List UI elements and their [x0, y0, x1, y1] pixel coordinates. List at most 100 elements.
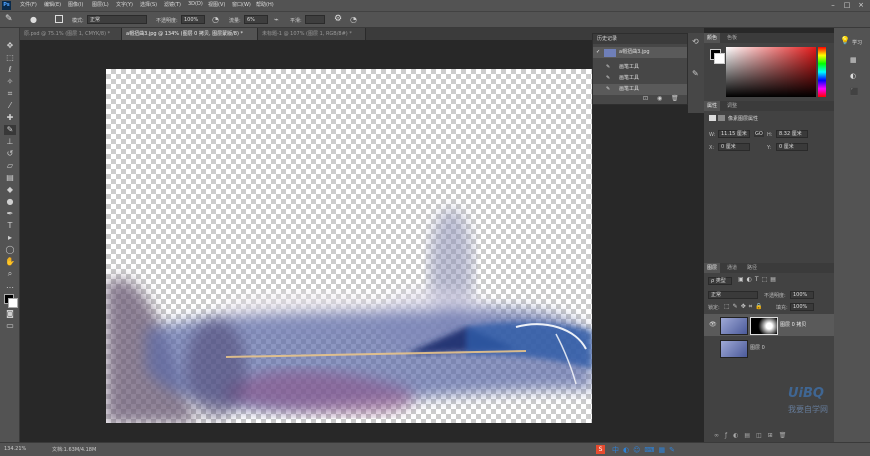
- mask-icon[interactable]: [718, 115, 725, 121]
- gear-icon[interactable]: ⚙: [334, 14, 342, 24]
- menu-type[interactable]: 文字(Y): [116, 1, 133, 8]
- width-field[interactable]: 11.15 厘米: [718, 130, 750, 138]
- lightbulb-icon[interactable]: 💡: [840, 36, 850, 45]
- zoom-tool-icon[interactable]: ⌕: [4, 269, 16, 279]
- pressure-size-icon[interactable]: ◔: [350, 15, 357, 24]
- marquee-tool-icon[interactable]: ⬚: [4, 53, 16, 63]
- w-label: W:: [709, 132, 716, 138]
- lock-icons[interactable]: ⬚✎✥⌗🔒: [724, 303, 766, 311]
- background-color-chip[interactable]: [714, 53, 725, 64]
- layer-filter-icons[interactable]: ▣◐T⬚▤: [738, 276, 779, 283]
- brush-tool-icon[interactable]: ✎: [5, 14, 13, 24]
- type-tool-icon[interactable]: T: [4, 221, 16, 231]
- tab-layers[interactable]: 图层: [704, 263, 721, 273]
- quick-select-tool-icon[interactable]: ✧: [4, 77, 16, 87]
- new-document-from-state-icon[interactable]: ⊡: [643, 95, 648, 102]
- libraries-icon[interactable]: ▦: [850, 56, 857, 64]
- brush-settings-icon[interactable]: ✎: [692, 69, 699, 78]
- mode-select[interactable]: 正常: [87, 15, 147, 24]
- lasso-tool-icon[interactable]: ℓ: [4, 65, 16, 75]
- styles-icon[interactable]: ⬛: [850, 88, 859, 96]
- tab-channels[interactable]: 通道: [724, 263, 740, 273]
- quick-mask-icon[interactable]: ◙: [4, 309, 16, 319]
- menu-image[interactable]: 图像(I): [68, 1, 83, 8]
- adjustments-icon[interactable]: ◐: [850, 72, 856, 80]
- history-item[interactable]: ✎ 画笔工具: [593, 73, 687, 84]
- menu-file[interactable]: 文件(F): [20, 1, 37, 8]
- move-tool-icon[interactable]: ✥: [4, 41, 16, 51]
- layer-row-selected[interactable]: 👁 图层 0 拷贝: [704, 314, 834, 336]
- dodge-tool-icon[interactable]: ●: [4, 197, 16, 207]
- pen-tool-icon[interactable]: ✒: [4, 209, 16, 219]
- pressure-opacity-icon[interactable]: ◔: [212, 15, 219, 24]
- learn-label[interactable]: 学习: [852, 39, 862, 46]
- tab-document-2[interactable]: a帽扭曲3.jpg @ 134% (图层 0 拷贝, 图层蒙版/8) *: [122, 28, 258, 40]
- document-canvas[interactable]: [106, 69, 592, 423]
- history-brush-tool-icon[interactable]: ↺: [4, 149, 16, 159]
- camera-icon[interactable]: ◉: [657, 95, 662, 102]
- shape-tool-icon[interactable]: ◯: [4, 245, 16, 255]
- layer-bottom-icons[interactable]: ∞ƒ◐▤◫⊞🗑: [714, 432, 792, 439]
- close-icon[interactable]: ×: [854, 0, 868, 11]
- tab-color[interactable]: 颜色: [704, 33, 721, 43]
- tab-document-3[interactable]: 未标题-1 @ 107% (图层 1, RGB/8#) *: [258, 28, 366, 40]
- more-tools-icon[interactable]: …: [4, 281, 16, 291]
- tab-properties[interactable]: 属性: [704, 101, 721, 111]
- path-select-tool-icon[interactable]: ▸: [4, 233, 16, 243]
- screen-mode-icon[interactable]: ▭: [4, 321, 16, 331]
- layer-mask-thumbnail[interactable]: [750, 317, 778, 335]
- history-item-current[interactable]: ✎ 画笔工具: [593, 84, 687, 95]
- eyedropper-tool-icon[interactable]: ⁄: [4, 101, 16, 111]
- blend-mode-select[interactable]: 正常: [708, 291, 758, 299]
- menu-filter[interactable]: 滤镜(T): [164, 1, 181, 8]
- eye-icon[interactable]: 👁: [709, 321, 717, 328]
- brush-preset-icon[interactable]: ●: [30, 15, 37, 24]
- height-field[interactable]: 8.32 厘米: [776, 130, 808, 138]
- history-snapshot[interactable]: ✓ a帽扭曲3.jpg: [593, 47, 687, 58]
- ime-toolbar-icons[interactable]: 中◐☺⌨▦✎: [612, 445, 679, 455]
- layer-opacity-input[interactable]: 100%: [790, 291, 814, 299]
- tab-paths[interactable]: 路径: [744, 263, 760, 273]
- trash-icon[interactable]: 🗑: [671, 95, 679, 102]
- fill-input[interactable]: 100%: [790, 303, 814, 311]
- layer-row[interactable]: 图层 0: [704, 337, 834, 359]
- tab-adjustments[interactable]: 调整: [724, 101, 740, 111]
- layer-filter-select[interactable]: ρ 类型: [708, 277, 732, 285]
- tab-swatches[interactable]: 色板: [724, 33, 740, 43]
- menu-select[interactable]: 选择(S): [140, 1, 157, 8]
- brush-panel-icon[interactable]: [55, 15, 63, 23]
- menu-edit[interactable]: 编辑(E): [44, 1, 61, 8]
- blur-tool-icon[interactable]: ◆: [4, 185, 16, 195]
- layer-thumbnail: [720, 340, 748, 358]
- opacity-input[interactable]: 100%: [181, 15, 205, 24]
- menu-help[interactable]: 帮助(H): [256, 1, 274, 8]
- healing-tool-icon[interactable]: ✚: [4, 113, 16, 123]
- color-field[interactable]: [726, 47, 816, 97]
- menu-layer[interactable]: 图层(L): [92, 1, 109, 8]
- smoothing-input[interactable]: [305, 15, 325, 24]
- background-color-swatch[interactable]: [8, 298, 18, 308]
- tab-document-1[interactable]: 原.psd @ 75.1% (图层 1, CMYK/8) *: [20, 28, 122, 40]
- crop-tool-icon[interactable]: ⌗: [4, 89, 16, 99]
- y-field[interactable]: 0 厘米: [776, 143, 808, 151]
- eraser-tool-icon[interactable]: ▱: [4, 161, 16, 171]
- flow-input[interactable]: 6%: [244, 15, 268, 24]
- document-size[interactable]: 文档:1.63M/4.18M: [52, 446, 96, 453]
- brush-tool-icon[interactable]: ✎: [4, 125, 16, 135]
- airbrush-icon[interactable]: ⌁: [274, 15, 279, 24]
- x-field[interactable]: 0 厘米: [718, 143, 750, 151]
- maximize-icon[interactable]: □: [840, 0, 854, 11]
- menu-3d[interactable]: 3D(D): [188, 1, 203, 7]
- link-dimensions-icon[interactable]: GO: [754, 131, 764, 137]
- zoom-level[interactable]: 134.21%: [4, 446, 26, 452]
- menu-view[interactable]: 视图(V): [208, 1, 225, 8]
- history-icon[interactable]: ⟲: [692, 37, 699, 46]
- menu-window[interactable]: 窗口(W): [232, 1, 251, 8]
- hue-slider[interactable]: [818, 47, 826, 97]
- gradient-tool-icon[interactable]: ▤: [4, 173, 16, 183]
- ime-icon[interactable]: S: [596, 445, 605, 454]
- minimize-icon[interactable]: –: [826, 0, 840, 11]
- history-item[interactable]: ✎ 画笔工具: [593, 62, 687, 73]
- clone-stamp-tool-icon[interactable]: ⊥: [4, 137, 16, 147]
- hand-tool-icon[interactable]: ✋: [4, 257, 16, 267]
